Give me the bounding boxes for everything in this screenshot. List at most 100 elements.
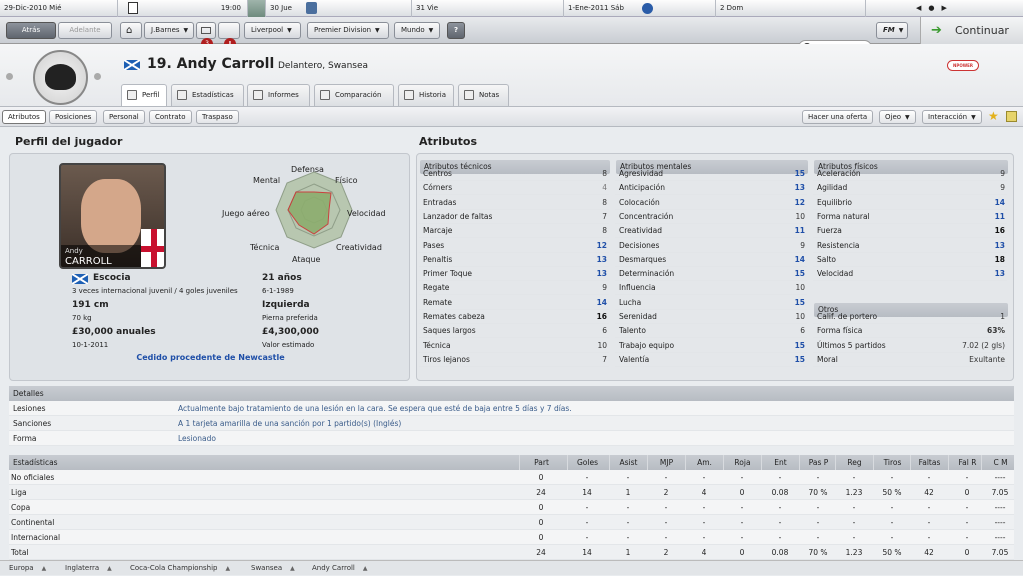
manager-menu[interactable]: J.Barnes ▼ [144,22,194,39]
attribute-row[interactable]: Trabajo equipo 15 [615,339,807,353]
attribute-row[interactable]: Determinación 15 [615,267,807,282]
nationality[interactable]: Escocia [93,273,131,283]
subtab-atributos[interactable]: Atributos [2,110,46,124]
stats-row[interactable]: Continental 0- - - - - - - - - - - ---- [9,515,1014,530]
prev-arrow-icon[interactable] [6,73,13,80]
tab-perfil[interactable]: Perfil [121,84,167,106]
breadcrumb-item[interactable]: Inglaterra ▲ [65,561,112,576]
attribute-row[interactable]: Pases 12 [419,239,609,253]
attribute-row[interactable]: Marcaje 8 [419,224,609,239]
calendar-day[interactable]: 31 Vie [412,0,564,17]
attribute-row[interactable]: Córners 4 [419,181,609,196]
attribute-row[interactable]: Velocidad 13 [813,267,1007,282]
calendar-day[interactable]: 30 Jue [266,0,412,17]
tab-comparacion[interactable]: Comparación [314,84,394,106]
attribute-row[interactable]: Forma natural 11 [813,210,1007,224]
forward-button[interactable]: Adelante [58,22,112,39]
attribute-row[interactable]: Creatividad 11 [615,224,807,239]
attribute-row[interactable]: Últimos 5 partidos 7.02 (2 gls) [813,339,1007,353]
attribute-row[interactable]: Serenidad 10 [615,310,807,324]
attribute-row[interactable]: Primer Toque 13 [419,267,609,282]
attribute-row[interactable]: Colocación 12 [615,196,807,210]
stats-column-header[interactable]: Roja [723,455,761,470]
breadcrumb-item[interactable]: Europa ▲ [9,561,46,576]
attribute-row[interactable]: Remate 14 [419,296,609,310]
calendar-time[interactable]: 19:00 [118,0,248,17]
subtab-contrato[interactable]: Contrato [149,110,192,124]
attribute-row[interactable]: Regate 9 [419,281,609,296]
attribute-row[interactable]: Entradas 8 [419,196,609,210]
attribute-row[interactable]: Equilibrio 14 [813,196,1007,210]
stats-row[interactable]: No oficiales 0- - - - - - - - - - - ---- [9,470,1014,485]
stats-column-header[interactable]: Reg [835,455,873,470]
loan-status-link[interactable]: Cedido procedente de Newcastle [10,353,411,362]
attribute-row[interactable]: Decisiones 9 [615,239,807,253]
stats-column-header[interactable]: Asist [609,455,647,470]
attribute-row[interactable]: Remates cabeza 16 [419,310,609,324]
interaction-menu[interactable]: Interacción ▼ [922,110,982,124]
stats-row[interactable]: Total 24 14 1 2 4 0 0.08 70 % 1.23 50 % 42 0 7.05 [9,545,1014,560]
attribute-row[interactable]: Influencia 10 [615,281,807,296]
breadcrumb-item[interactable]: Coca-Cola Championship ▲ [130,561,230,576]
stats-column-header[interactable]: Pas P [799,455,837,470]
attribute-row[interactable]: Saques largos 6 [419,324,609,339]
attribute-row[interactable]: Resistencia 13 [813,239,1007,253]
world-menu[interactable]: Mundo ▼ [394,22,440,39]
attribute-row[interactable]: Centros 8 [419,167,609,181]
back-button[interactable]: Atrás [6,22,56,39]
attribute-row[interactable]: Moral Exultante [813,353,1007,367]
tab-informes[interactable]: Informes [247,84,310,106]
attribute-row[interactable]: Tiros lejanos 7 [419,353,609,367]
scout-menu[interactable]: Ojeo ▼ [879,110,916,124]
attribute-row[interactable]: Concentración 10 [615,210,807,224]
stats-row[interactable]: Internacional 0- - - - - - - - - - - ---- [9,530,1014,545]
club-menu[interactable]: Liverpool ▼ [244,22,301,39]
alerts-button[interactable] [218,22,240,39]
home-button[interactable]: ⌂ [120,22,142,39]
continue-button[interactable]: ➔ Continuar [920,17,1023,45]
attribute-row[interactable]: Anticipación 13 [615,181,807,196]
league-menu[interactable]: Premier Division ▼ [307,22,389,39]
attribute-row[interactable]: Forma física 63% [813,324,1007,339]
stats-column-header[interactable]: Goles [567,455,607,470]
stats-column-header[interactable]: Am. [685,455,723,470]
stats-row[interactable]: Liga 24 14 1 2 4 0 0.08 70 % 1.23 50 % 42 0 7.05 [9,485,1014,500]
attribute-row[interactable]: Lanzador de faltas 7 [419,210,609,224]
tab-historia[interactable]: Historia [398,84,454,106]
attribute-row[interactable]: Desmarques 14 [615,253,807,267]
stats-row[interactable]: Copa 0- - - - - - - - - - - ---- [9,500,1014,515]
add-note-icon[interactable] [1006,111,1017,122]
attribute-row[interactable]: Calif. de portero 1 [813,310,1007,324]
attribute-row[interactable]: Agresividad 15 [615,167,807,181]
stats-column-header[interactable]: Tiros [873,455,911,470]
tab-estadisticas[interactable]: Estadísticas [171,84,244,106]
attribute-row[interactable]: Técnica 10 [419,339,609,353]
subtab-posiciones[interactable]: Posiciones [49,110,98,124]
calendar-day[interactable]: 1-Ene-2011 Sáb [564,0,716,17]
stats-column-header[interactable]: C M [981,455,1019,470]
make-offer-button[interactable]: Hacer una oferta [802,110,874,124]
attribute-row[interactable]: Penaltis 13 [419,253,609,267]
calendar-day[interactable]: 29-Dic-2010 Mié [0,0,118,17]
breadcrumb-item[interactable]: Swansea ▲ [251,561,295,576]
calendar-day[interactable]: 2 Dom [716,0,866,17]
attribute-row[interactable]: Lucha 15 [615,296,807,310]
stats-column-header[interactable]: Faltas [910,455,948,470]
attribute-row[interactable]: Fuerza 16 [813,224,1007,239]
stats-column-header[interactable]: MJP [647,455,685,470]
breadcrumb-item[interactable]: Andy Carroll ▲ [312,561,368,576]
star-icon[interactable]: ★ [988,109,999,123]
fm-menu[interactable]: FM ▼ [876,22,908,39]
attribute-row[interactable]: Valentía 15 [615,353,807,367]
calendar-scroll-controls[interactable]: ◀●▶ [866,0,1023,17]
subtab-personal[interactable]: Personal [103,110,145,124]
attribute-row[interactable]: Agilidad 9 [813,181,1007,196]
stats-column-header[interactable]: Part [519,455,563,470]
tab-notas[interactable]: Notas [458,84,509,106]
attribute-row[interactable]: Salto 18 [813,253,1007,267]
inbox-button[interactable] [196,22,216,39]
stats-column-header[interactable]: Ent [761,455,799,470]
help-button[interactable]: ? [447,22,465,39]
attribute-row[interactable]: Talento 6 [615,324,807,339]
attribute-row[interactable]: Aceleración 9 [813,167,1007,181]
